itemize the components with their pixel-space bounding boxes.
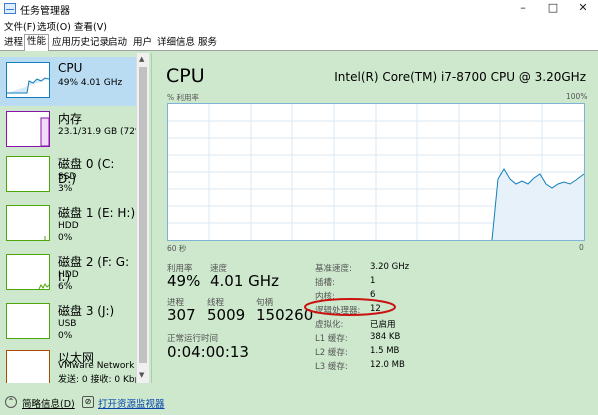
open-resource-monitor-link[interactable]: 打开资源监视器 (98, 396, 165, 410)
tab-details[interactable]: 详细信息 (155, 36, 197, 51)
maximize-button[interactable]: □ (538, 0, 568, 17)
sidebar-item-ethernet[interactable]: 以太网 VMware Network A 发送: 0 接收: 0 Kbp (0, 345, 136, 383)
window-title: 任务管理器 (20, 6, 70, 17)
tab-users[interactable]: 用户 (131, 36, 154, 51)
cpu-graph-fill (492, 169, 584, 240)
sidebar-item-usage: 0% (58, 233, 73, 243)
base-speed-label: 基准速度: (315, 264, 352, 274)
speed-value: 4.01 GHz (210, 272, 279, 290)
tab-startup[interactable]: 启动 (106, 36, 129, 51)
virtualization-value: 已启用 (370, 320, 396, 330)
sockets-label: 插槽: (315, 278, 335, 288)
chevron-up-icon[interactable]: ⌃ (5, 396, 17, 408)
sidebar-item-detail: 49% 4.01 GHz (58, 78, 123, 88)
scrollbar-thumb[interactable] (139, 67, 147, 363)
menu-view[interactable]: 查看(V) (74, 19, 107, 33)
sidebar-item-throughput: 发送: 0 接收: 0 Kbp (58, 375, 136, 383)
menu-options[interactable]: 选项(O) (37, 19, 71, 33)
scroll-down-icon[interactable]: ▼ (139, 371, 144, 379)
task-manager-icon (4, 3, 16, 14)
disk3-thumbnail-graph (6, 303, 50, 339)
l2-cache-label: L2 缓存: (315, 348, 348, 358)
graph-y-label: % 利用率 (167, 93, 200, 102)
sidebar-item-cpu[interactable]: CPU 49% 4.01 GHz (0, 57, 136, 106)
footer-bar: ⌃ 简略信息(D) ⊘ 打开资源监视器 (0, 391, 598, 415)
sidebar-item-detail: 23.1/31.9 GB (72%) (58, 127, 148, 137)
sidebar-item-type: SSD (58, 172, 77, 182)
cpu-thumbnail-graph (6, 62, 50, 98)
sidebar-item-type: HDD (58, 221, 79, 231)
resource-sidebar: CPU 49% 4.01 GHz 内存 23.1/31.9 GB (72%) 磁… (0, 53, 150, 383)
uptime-value: 0:04:00:13 (167, 343, 249, 361)
sidebar-item-disk3[interactable]: 磁盘 3 (J:) USB 0% (0, 298, 136, 347)
graph-x-left: 60 秒 (167, 244, 187, 253)
close-button[interactable]: ✕ (568, 0, 598, 17)
l1-cache-label: L1 缓存: (315, 334, 348, 344)
sidebar-item-usage: 6% (58, 282, 73, 292)
sidebar-item-type: USB (58, 319, 77, 329)
graph-y-max: 100% (566, 92, 588, 101)
sidebar-item-label: 磁盘 1 (E: H:) (58, 206, 136, 220)
memory-thumbnail-graph (6, 111, 50, 147)
sidebar-item-usage: 0% (58, 331, 73, 341)
cpu-model: Intel(R) Core(TM) i7-8700 CPU @ 3.20GHz (334, 70, 586, 84)
utilization-value: 49% (167, 272, 201, 290)
l3-cache-label: L3 缓存: (315, 362, 348, 372)
menu-file[interactable]: 文件(F) (4, 19, 36, 33)
red-highlight-ellipse (304, 298, 396, 316)
sidebar-scrollbar[interactable]: ▲ ▼ (136, 53, 149, 383)
sidebar-item-label: 内存 (58, 112, 83, 126)
virtualization-label: 虚拟化: (315, 320, 344, 330)
cpu-utilization-graph (167, 103, 585, 241)
sidebar-item-label: 磁盘 3 (J:) (58, 304, 115, 318)
cpu-graph-svg (168, 104, 585, 241)
l1-cache-value: 384 KB (370, 332, 401, 342)
disk1-thumbnail-graph (6, 205, 50, 241)
disk2-thumbnail-graph (6, 254, 50, 290)
tab-services[interactable]: 服务 (196, 36, 219, 51)
base-speed-value: 3.20 GHz (370, 262, 410, 272)
tab-processes[interactable]: 进程 (2, 36, 25, 51)
sidebar-item-disk1[interactable]: 磁盘 1 (E: H:) HDD 0% (0, 200, 136, 249)
tab-app-history[interactable]: 应用历史记录 (50, 36, 111, 51)
sidebar-item-memory[interactable]: 内存 23.1/31.9 GB (72%) (0, 106, 147, 155)
tab-performance[interactable]: 性能 (24, 34, 50, 51)
ethernet-thumbnail-graph (6, 350, 50, 383)
sidebar-item-usage: 3% (58, 184, 73, 194)
resource-monitor-icon: ⊘ (82, 396, 94, 408)
sidebar-item-disk2[interactable]: 磁盘 2 (F: G: I:) HDD 6% (0, 249, 136, 298)
page-title: CPU (166, 65, 205, 87)
processes-value: 307 (167, 306, 196, 324)
sidebar-item-label: CPU (58, 61, 83, 75)
sidebar-item-type: HDD (58, 270, 79, 280)
l3-cache-value: 12.0 MB (370, 360, 405, 370)
minimize-button[interactable]: – (508, 0, 538, 17)
threads-value: 5009 (207, 306, 246, 324)
scroll-up-icon[interactable]: ▲ (139, 55, 144, 63)
sidebar-item-adapter: VMware Network A (58, 361, 136, 371)
sockets-value: 1 (370, 276, 376, 286)
panel-divider[interactable] (151, 53, 152, 383)
title-bar: 任务管理器 – □ ✕ (0, 0, 598, 17)
menu-bar: 文件(F) 选项(O) 查看(V) (0, 17, 598, 33)
disk0-thumbnail-graph (6, 156, 50, 192)
fewer-details-link[interactable]: 简略信息(D) (22, 396, 75, 410)
sidebar-item-disk0[interactable]: 磁盘 0 (C: D:) SSD 3% (0, 151, 136, 200)
l2-cache-value: 1.5 MB (370, 346, 400, 356)
graph-x-right: 0 (579, 243, 584, 252)
tab-bar: 进程 性能 应用历史记录 启动 用户 详细信息 服务 (0, 33, 598, 51)
